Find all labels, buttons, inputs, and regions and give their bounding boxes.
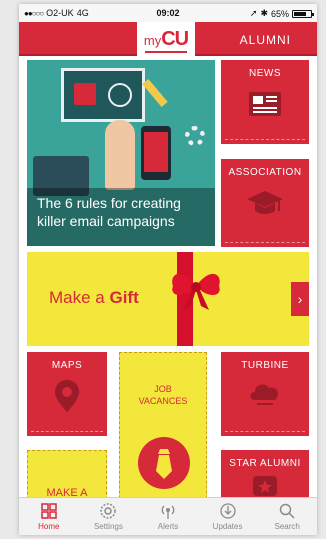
pencil-illustration [142,78,168,108]
maps-label: MAPS [51,360,83,371]
news-label: NEWS [249,68,281,79]
graduation-cap-icon [247,191,283,214]
turbine-label: TURBINE [241,360,289,371]
make-a-gift-banner[interactable]: Make a Gift › [27,252,309,346]
tab-home-label: Home [38,522,60,531]
cloud-icon [250,384,278,405]
association-tile[interactable]: ASSOCIATION [221,159,309,247]
tab-alerts-label: Alerts [157,522,179,531]
turbine-tile[interactable]: TURBINE [221,352,309,436]
gift-bow-icon [172,273,220,310]
tab-settings[interactable]: Settings [79,498,139,535]
star-badge-icon [253,476,277,496]
status-right: ➚ ✱ 65% [249,8,314,19]
alerts-icon [161,505,175,519]
tab-updates[interactable]: Updates [198,498,258,535]
news-tile[interactable]: NEWS [221,60,309,144]
job-label-bottom: VACANCES [138,396,188,406]
gift-text-bold: Gift [109,288,139,307]
tab-bar: Home Settings Alerts Updates Search [19,497,317,535]
logo-underline [145,51,187,53]
settings-icon [100,503,117,519]
hand-illustration [105,120,135,190]
phone-screen: ●●○○○ O2-UK 4G 09:02 ➚ ✱ 65% myCU ALUMNI… [19,4,317,535]
newspaper-icon [249,92,281,116]
alumni-label[interactable]: ALUMNI [240,33,291,47]
battery-icon [292,9,314,18]
gear-illustration [185,126,205,146]
globe-icon [108,83,132,107]
smartphone-illustration [141,126,171,180]
logo-my: my [143,33,162,48]
tab-search-label: Search [274,522,300,531]
map-pin-icon [55,380,79,412]
gift-text-prefix: Make a [49,288,110,307]
tab-alerts[interactable]: Alerts [138,498,198,535]
bluetooth-icon: ✱ [260,8,268,18]
tab-settings-label: Settings [93,522,123,531]
battery-percent: 65% [270,8,289,19]
profile-illustration [74,83,96,105]
app-header: myCU ALUMNI [19,22,317,56]
tab-home[interactable]: Home [19,498,79,535]
tab-search[interactable]: Search [257,498,317,535]
status-bar: ●●○○○ O2-UK 4G 09:02 ➚ ✱ 65% [19,4,317,22]
logo-cu: CU [161,28,189,50]
featured-article-tile[interactable]: The 6 rules for creating killer email ca… [27,60,215,246]
updates-icon [219,503,236,519]
featured-article-caption: The 6 rules for creating killer email ca… [27,188,215,246]
laptop-illustration [61,68,145,122]
job-label-top: JOB [154,384,172,394]
location-icon: ➚ [249,8,258,18]
smartphone-screen [144,132,168,172]
battery-level [294,11,306,16]
make-a-gift-text: Make a Gift [49,288,139,308]
star-alumni-label: STAR ALUMNI [229,458,301,469]
search-icon [279,503,295,519]
tab-updates-label: Updates [212,522,243,531]
association-label: ASSOCIATION [228,167,302,178]
gift-arrow-button[interactable]: › [291,282,309,316]
job-label: JOB VACANCES [120,383,206,407]
home-grid-icon [41,503,57,519]
mycu-logo[interactable]: myCU [137,22,195,56]
job-icon-circle [138,437,190,489]
maps-tile[interactable]: MAPS [27,352,107,436]
necktie-icon [156,449,172,479]
